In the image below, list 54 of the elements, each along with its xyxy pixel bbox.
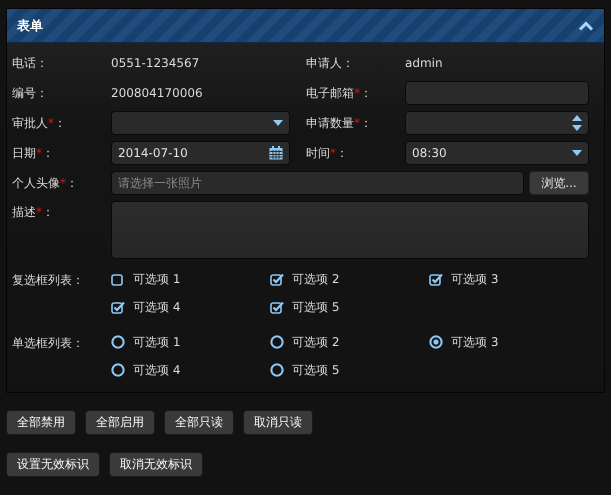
radio-icon[interactable] xyxy=(270,363,284,377)
checked-checkbox-icon[interactable] xyxy=(111,300,125,314)
select-field[interactable] xyxy=(111,111,290,135)
radio-label[interactable]: 可选项 4 xyxy=(133,362,180,378)
radio-label[interactable]: 可选项 5 xyxy=(292,362,340,378)
field-label: 个人头像*： xyxy=(12,174,79,192)
calendar-icon[interactable] xyxy=(269,146,283,160)
group-label: 单选框列表： xyxy=(12,335,85,352)
field-label: 申请数量*： xyxy=(306,114,373,132)
field-label: 日期*： xyxy=(12,144,55,162)
checked-checkbox-icon[interactable] xyxy=(270,300,284,314)
checkbox-label[interactable]: 可选项 4 xyxy=(133,298,180,316)
action-button[interactable]: 设置无效标识 xyxy=(6,452,100,477)
action-button[interactable]: 全部启用 xyxy=(85,410,155,435)
radio-label[interactable]: 可选项 2 xyxy=(292,334,340,350)
select-field[interactable]: 08:30 xyxy=(405,141,589,165)
field-label: 电子邮箱*： xyxy=(306,84,373,102)
panel-title: 表单 xyxy=(17,18,43,34)
field-value: 200804170006 xyxy=(111,85,204,102)
dropdown-caret-icon[interactable] xyxy=(572,150,582,156)
checked-checkbox-icon[interactable] xyxy=(270,272,284,286)
action-button[interactable]: 取消无效标识 xyxy=(109,452,203,477)
checkbox-label[interactable]: 可选项 5 xyxy=(292,298,340,316)
collapse-chevron-icon[interactable] xyxy=(578,20,594,30)
browse-button[interactable]: 浏览... xyxy=(529,171,589,195)
checkbox-label[interactable]: 可选项 2 xyxy=(292,270,340,288)
group-label: 复选框列表： xyxy=(12,272,85,289)
radio-label[interactable]: 可选项 1 xyxy=(133,334,180,350)
radio-label[interactable]: 可选项 3 xyxy=(451,334,498,350)
number-input-field[interactable] xyxy=(405,111,589,135)
field-label: 描述*： xyxy=(12,204,55,221)
checkbox-icon[interactable] xyxy=(111,272,125,286)
field-value: 0551-1234567 xyxy=(111,55,200,72)
field-label: 电话： xyxy=(12,54,49,72)
action-button[interactable]: 取消只读 xyxy=(243,410,313,435)
action-button[interactable]: 全部只读 xyxy=(164,410,234,435)
field-label: 时间*： xyxy=(306,144,349,162)
spinner-arrows-icon[interactable] xyxy=(572,115,582,131)
radio-icon[interactable] xyxy=(111,363,125,377)
field-label: 审批人*： xyxy=(12,114,67,132)
field-label: 申请人： xyxy=(306,54,355,72)
field-value: admin xyxy=(405,55,444,72)
file-input-field[interactable]: 请选择一张照片 xyxy=(111,171,524,195)
checkbox-label[interactable]: 可选项 1 xyxy=(133,270,180,288)
dropdown-caret-icon[interactable] xyxy=(273,120,283,126)
action-button[interactable]: 全部禁用 xyxy=(6,410,76,435)
selected-radio-icon[interactable] xyxy=(429,335,443,349)
date-field[interactable]: 2014-07-10 xyxy=(111,141,290,165)
email-input-field[interactable] xyxy=(405,81,589,105)
field-label: 编号： xyxy=(12,84,49,102)
radio-icon[interactable] xyxy=(270,335,284,349)
checked-checkbox-icon[interactable] xyxy=(429,272,443,286)
checkbox-label[interactable]: 可选项 3 xyxy=(451,270,498,288)
radio-icon[interactable] xyxy=(111,335,125,349)
